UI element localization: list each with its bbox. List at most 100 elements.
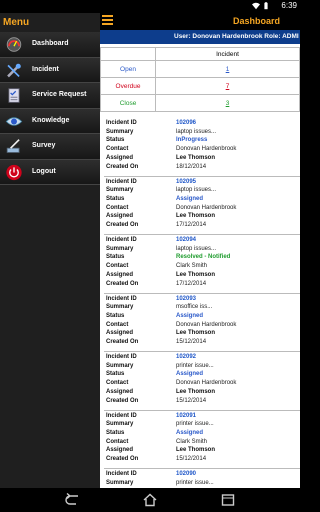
summary-label: Close [100, 94, 156, 112]
field-label: Summary [106, 304, 134, 311]
field-value: 17/12/2014 [176, 222, 207, 228]
field-label: Status [106, 137, 125, 144]
incident-field-row: Summary printer issue... [106, 421, 296, 430]
close-count-link[interactable]: 3 [226, 100, 230, 107]
field-value: Donovan Hardenbrook [176, 380, 237, 387]
menu-item-label: Dashboard [32, 40, 69, 47]
incident-field-row: Status InProgress [106, 137, 296, 146]
field-label: Created On [106, 163, 139, 170]
incident-id-link[interactable]: 102096 [176, 120, 196, 126]
field-value: Assigned [176, 312, 204, 319]
incident-field-row: Assigned Lee Thomson [106, 389, 296, 398]
incident-card[interactable]: Incident ID 102090 Summary printer issue...… [104, 471, 300, 488]
field-value: Donovan Hardenbrook [176, 146, 237, 153]
incident-card[interactable]: Incident ID 102096 Summary laptop issues...… [104, 120, 300, 177]
incident-id-link[interactable]: 102095 [176, 179, 196, 185]
field-label: Summary [106, 128, 134, 135]
incident-card[interactable]: Incident ID 102093 Summary msoffice iss... S… [104, 295, 300, 352]
field-value: Lee Thomson [176, 388, 216, 395]
summary-label: Open [100, 60, 156, 78]
field-value: msoffice iss... [176, 304, 213, 311]
field-label: Incident ID [106, 295, 137, 302]
hamburger-menu-icon[interactable] [102, 15, 113, 26]
dashboard-panel: Dashboard User: Donovan Hardenbrook Role… [100, 13, 300, 488]
field-label: Summary [106, 479, 134, 486]
incident-list: Incident ID 102096 Summary laptop issues...… [100, 120, 300, 488]
summary-row-open: Open 1 [100, 60, 300, 78]
incident-id-link[interactable]: 102092 [176, 354, 196, 360]
field-label: Assigned [106, 213, 134, 220]
field-value: Resolved - Notified [176, 254, 231, 261]
side-menu: Menu Dashboard Incident Service Request … [0, 13, 100, 488]
incident-field-row: Contact Donovan Hardenbrook [106, 380, 296, 389]
incident-field-row: Status Assigned [106, 430, 296, 439]
menu-item-label: Survey [32, 142, 56, 149]
home-icon[interactable] [142, 493, 158, 507]
menu-item-service-request[interactable]: Service Request [0, 83, 100, 109]
incident-card[interactable]: Incident ID 102091 Summary printer issue...… [104, 412, 300, 469]
overdue-count-link[interactable]: 7 [226, 83, 230, 90]
incident-field-row: Contact Clark Smith [106, 439, 296, 448]
field-value: Assigned [176, 195, 204, 202]
status-bar: 6:39 [0, 0, 300, 13]
menu-item-label: Incident [32, 65, 59, 73]
incident-id-link[interactable]: 102091 [176, 413, 196, 419]
field-value: Assigned [176, 371, 204, 378]
open-count-link[interactable]: 1 [226, 66, 230, 73]
incident-field-row: Created On 17/12/2014 [106, 281, 296, 290]
menu-item-label: Service Request [32, 91, 87, 98]
field-value: laptop issues... [176, 187, 217, 194]
menu-item-knowledge[interactable]: Knowledge [0, 108, 100, 134]
field-value: InProgress [176, 137, 208, 144]
incident-id-link[interactable]: 102094 [176, 237, 196, 243]
incident-card[interactable]: Incident ID 102095 Summary laptop issues...… [104, 179, 300, 235]
field-value: Lee Thomson [176, 154, 216, 161]
incident-id-link[interactable]: 102090 [176, 471, 196, 477]
incident-field-row: Created On 15/12/2014 [106, 339, 296, 348]
field-value: printer issue... [176, 362, 214, 369]
back-icon[interactable] [64, 493, 80, 507]
field-label: Incident ID [106, 412, 137, 419]
field-value: laptop issues... [176, 128, 217, 135]
wifi-icon [252, 2, 260, 10]
recent-apps-icon[interactable] [220, 493, 236, 507]
field-value: printer issue... [176, 479, 214, 486]
field-label: Assigned [106, 388, 134, 395]
field-label: Status [106, 371, 125, 378]
incident-field-row: Summary laptop issues... [106, 129, 296, 138]
field-label: Summary [106, 421, 134, 428]
field-label: Status [106, 195, 125, 202]
incident-field-row: Assigned Lee Thomson [106, 330, 296, 339]
field-label: Contact [106, 438, 129, 445]
summary-label: Overdue [100, 77, 156, 95]
field-label: Created On [106, 280, 139, 287]
field-label: Incident ID [106, 354, 137, 360]
field-label: Status [106, 429, 125, 436]
incident-id-link[interactable]: 102093 [176, 296, 196, 302]
battery-icon [264, 2, 268, 10]
menu-item-incident[interactable]: Incident [0, 57, 100, 83]
field-value: printer issue... [176, 421, 214, 428]
incident-card[interactable]: Incident ID 102094 Summary laptop issues...… [104, 237, 300, 294]
tools-icon [7, 63, 21, 77]
field-value: Donovan Hardenbrook [176, 204, 237, 211]
navigation-bar [0, 488, 300, 512]
incident-field-row: Incident ID 102092 [106, 354, 296, 363]
field-label: Assigned [106, 154, 134, 161]
field-value: 18/12/2014 [176, 163, 207, 170]
incident-card[interactable]: Incident ID 102092 Summary printer issue...… [104, 354, 300, 411]
field-label: Summary [106, 245, 134, 252]
incident-field-row: Contact Donovan Hardenbrook [106, 146, 296, 155]
incident-field-row: Summary laptop issues... [106, 246, 296, 255]
field-value: Donovan Hardenbrook [176, 321, 237, 328]
incident-field-row: Status Resolved - Notified [106, 254, 296, 263]
field-value: Clark Smith [176, 438, 208, 445]
incident-summary-table: Incident Open 1 Overdue 7 Close 3 [100, 47, 300, 112]
field-value: laptop issues... [176, 245, 217, 252]
field-label: Incident ID [106, 120, 137, 126]
menu-item-logout[interactable]: Logout [0, 159, 100, 185]
menu-item-survey[interactable]: Survey [0, 134, 100, 160]
menu-item-dashboard[interactable]: Dashboard [0, 32, 100, 58]
field-label: Contact [106, 380, 129, 387]
field-value: Lee Thomson [176, 271, 216, 278]
